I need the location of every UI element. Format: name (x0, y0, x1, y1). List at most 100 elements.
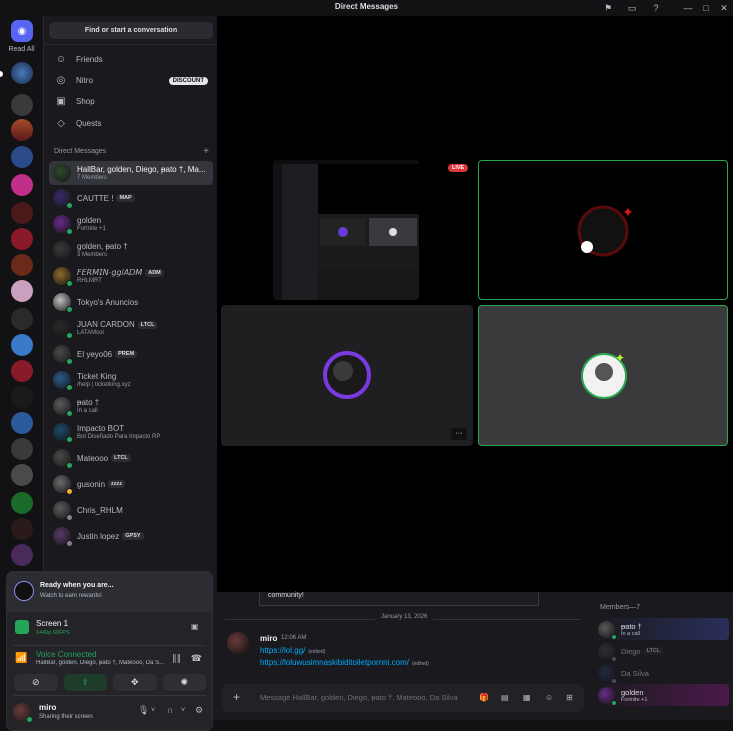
more-options-button[interactable]: ··· (451, 428, 467, 440)
server-icon[interactable] (11, 202, 33, 224)
server-icon[interactable] (11, 62, 33, 84)
minimize-button[interactable]: — (681, 1, 695, 15)
server-icon[interactable] (11, 438, 33, 460)
server-icon[interactable] (11, 94, 33, 116)
dm-subtitle: 3 Members (77, 252, 108, 258)
participant-tile[interactable]: ✦ (478, 305, 728, 446)
message-input[interactable]: Message HallBar, golden, Diego, ᵽato †, … (260, 693, 458, 702)
participant-tile[interactable]: ✦ (478, 160, 728, 300)
avatar[interactable] (13, 703, 33, 723)
noise-suppression-icon[interactable]: ∥∥ (172, 653, 181, 664)
dm-text: Tokyo's Anuncios (77, 298, 138, 307)
dm-item[interactable]: Mateooo LTCL (49, 446, 213, 470)
dm-name: gusonin (77, 479, 106, 489)
dm-text: Impacto BOT Bot Diseñado Para Impacto RP (77, 424, 160, 440)
share-screen-button[interactable]: ⇪ (63, 674, 107, 691)
server-icon[interactable] (11, 119, 33, 141)
soundboard-button[interactable]: ✺ (162, 674, 206, 691)
dm-item[interactable]: 𝘍𝘌𝘙𝘔𝘐𝘕·𝘨𝘨/𝘈𝘋𝘔 ADM RHLMRT (49, 264, 213, 288)
camera-off-icon: ⊘ (31, 677, 40, 687)
dm-item[interactable]: Chris_RHLM (49, 498, 213, 522)
title-bar: Direct Messages ⚑ ▭ ? — □ ✕ (0, 0, 733, 16)
inbox-icon[interactable]: ▭ (625, 1, 639, 15)
dm-item[interactable]: CAUTTE ! MAP (49, 186, 213, 210)
dm-item[interactable]: HallBar, golden, Diego, ᵽato †, Ma... 7 M… (49, 161, 213, 185)
flag-icon[interactable]: ⚑ (601, 1, 615, 15)
ready-banner[interactable]: Ready when you are... Watch to earn rewa… (7, 572, 212, 612)
dm-item[interactable]: ᵽato † In a call (49, 394, 213, 418)
embed-fragment: community! (259, 592, 539, 606)
server-icon[interactable] (11, 518, 33, 540)
dm-item[interactable]: Tokyo's Anuncios (49, 290, 213, 314)
dm-item[interactable]: JUAN CARDON LTCL LATAMcol (49, 316, 213, 340)
server-icon[interactable] (11, 492, 33, 514)
emoji-icon[interactable]: ☺ (545, 693, 553, 702)
avatar (53, 164, 71, 182)
help-icon[interactable]: ? (649, 1, 663, 15)
dm-text: golden Fortnite +1 (77, 216, 106, 232)
attach-icon[interactable]: + (233, 690, 240, 704)
live-badge: LIVE (448, 164, 469, 172)
read-all-button[interactable]: Read All (0, 46, 43, 53)
apps-icon[interactable]: ⊞ (566, 693, 573, 702)
server-icon[interactable] (11, 360, 33, 382)
server-icon[interactable] (11, 464, 33, 486)
gear-icon[interactable]: ⚙ (195, 705, 203, 716)
home-button[interactable]: ◉ (11, 20, 33, 42)
server-icon[interactable] (11, 412, 33, 434)
nav-quests[interactable]: ◇ Quests (50, 114, 212, 133)
server-icon[interactable] (11, 228, 33, 250)
gift-icon[interactable]: 🎁 (479, 693, 489, 702)
server-icon[interactable] (11, 254, 33, 276)
dm-item[interactable]: golden, ᵽato † 3 Members (49, 238, 213, 262)
message-link[interactable]: https://lol.gg/ (260, 646, 305, 655)
server-tag: GPSY (122, 532, 144, 540)
ready-title: Ready when you are... (40, 582, 114, 589)
call-area: LIVE ✦ ··· ✦ (217, 16, 733, 592)
message-link[interactable]: https://loluwusimnaskibiditoiletpornni.c… (260, 658, 409, 667)
member-item[interactable]: golden Fortnite +1 (594, 684, 729, 706)
server-tag: MAP (116, 194, 135, 202)
message-author[interactable]: miro (260, 634, 277, 643)
disconnect-icon[interactable]: ☎ (191, 653, 202, 664)
chevron-down-icon[interactable]: ˅ (151, 707, 155, 714)
dm-item[interactable]: Ticket King/help | ticketking.xyz (49, 368, 213, 392)
create-dm-icon[interactable]: + (203, 146, 209, 157)
server-icon[interactable] (11, 146, 33, 168)
status-indicator-icon (611, 633, 617, 640)
nav-friends[interactable]: ☺ Friends (50, 50, 212, 69)
member-item[interactable]: Diego LTCL (594, 640, 729, 662)
avatar[interactable] (227, 632, 249, 654)
sticker-icon[interactable]: ▦ (523, 693, 531, 702)
nav-nitro[interactable]: ◎ Nitro DISCOUNT (50, 71, 212, 90)
microphone-icon[interactable]: 🎙 (138, 705, 149, 716)
member-item[interactable]: Da Silva (594, 662, 729, 684)
screen-share-tile[interactable] (273, 160, 419, 300)
server-icon[interactable] (11, 308, 33, 330)
dm-item[interactable]: El yeyo06 PREM (49, 342, 213, 366)
dm-item[interactable]: Justin lopez GPSY (49, 524, 213, 548)
stop-stream-icon[interactable]: ▣ (191, 622, 201, 631)
server-icon[interactable] (11, 386, 33, 408)
message-composer[interactable]: + Message HallBar, golden, Diego, ᵽato †… (222, 684, 584, 712)
dm-item[interactable]: golden Fortnite +1 (49, 212, 213, 236)
camera-off-button[interactable]: ⊘ (14, 674, 58, 691)
nav-shop[interactable]: ▣ Shop (50, 92, 212, 111)
chevron-down-icon[interactable]: ˅ (181, 707, 185, 714)
search-conversation-button[interactable]: Find or start a conversation (49, 22, 213, 39)
dm-item[interactable]: gusonin zzzz (49, 472, 213, 496)
gif-icon[interactable]: ▤ (501, 693, 509, 702)
server-icon[interactable] (11, 334, 33, 356)
dm-item[interactable]: Impacto BOT Bot Diseñado Para Impacto RP (49, 420, 213, 444)
headphones-icon[interactable]: ∩ (167, 705, 173, 715)
maximize-button[interactable]: □ (699, 1, 713, 15)
participant-tile[interactable]: ··· (221, 305, 473, 446)
server-icon[interactable] (11, 544, 33, 566)
voice-title[interactable]: Voice Connected (36, 650, 97, 659)
activities-button[interactable]: ✥ (113, 674, 157, 691)
server-icon[interactable] (11, 174, 33, 196)
server-icon[interactable] (11, 280, 33, 302)
dm-text: Mateooo LTCL (77, 454, 131, 463)
close-button[interactable]: ✕ (717, 1, 731, 15)
member-item[interactable]: ᵽato † In a call (594, 618, 729, 640)
